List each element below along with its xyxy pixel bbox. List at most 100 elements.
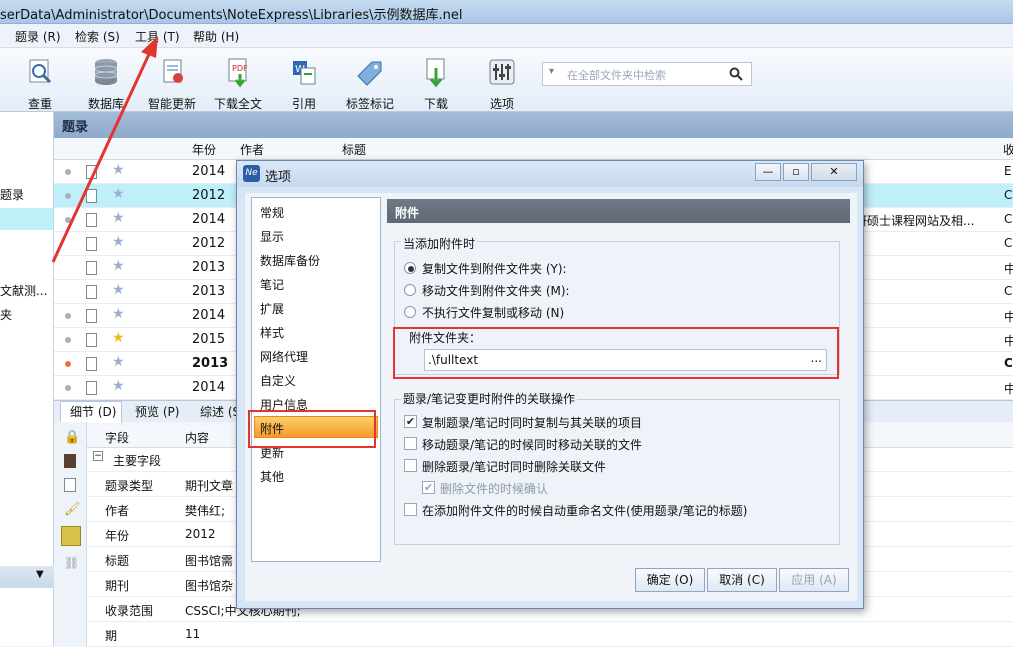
dialog-title: 选项 (265, 170, 292, 185)
tag-mark-button[interactable]: 标签标记 (341, 56, 399, 112)
radio-none-label[interactable]: 不执行文件复制或移动 (N) (422, 304, 564, 321)
menu-item-record[interactable]: 题录 (R) (15, 28, 61, 45)
ok-button[interactable]: 确定 (O) (635, 568, 705, 592)
nav-item-extensions[interactable]: 扩展 (260, 300, 284, 317)
collapse-icon[interactable]: − (93, 451, 103, 461)
radio-none[interactable] (404, 306, 416, 318)
nav-item-other[interactable]: 其他 (260, 468, 284, 485)
check-copy-linked[interactable]: ✔ (404, 415, 417, 428)
radio-move-label[interactable]: 移动文件到附件文件夹 (M): (422, 282, 570, 299)
highlight-attachments-nav (248, 410, 376, 448)
star-icon[interactable]: ★ (112, 378, 125, 394)
radio-copy-label[interactable]: 复制文件到附件文件夹 (Y): (422, 260, 567, 277)
star-icon[interactable]: ★ (112, 234, 125, 250)
folder-tree-selected[interactable] (0, 208, 53, 230)
maximize-button[interactable]: ▫ (783, 163, 809, 181)
doc-icon[interactable] (64, 478, 76, 492)
tab-detail[interactable]: 细节 (D) (70, 403, 116, 420)
column-title[interactable]: 标题 (342, 141, 366, 158)
field-key: 期刊 (105, 579, 130, 593)
dedupe-button[interactable]: 查重 (11, 56, 69, 112)
star-icon[interactable]: ★ (112, 162, 125, 178)
tab-preview[interactable]: 预览 (P) (135, 403, 179, 420)
panel-header: 附件 (387, 199, 850, 223)
detail-group-label: 主要字段 (113, 454, 162, 468)
check-delete-linked[interactable] (404, 459, 417, 472)
left-bottom-bar: ▼ (0, 566, 54, 588)
read-status-dot-icon (65, 217, 71, 223)
folder-item-records[interactable]: 题录 (0, 186, 24, 203)
check-auto-rename[interactable] (404, 503, 417, 516)
cancel-button[interactable]: 取消 (C) (707, 568, 777, 592)
menu-bar: 题录 (R) 检索 (S) 工具 (T) 帮助 (H) (0, 24, 1013, 48)
minimize-button[interactable]: — (755, 163, 781, 181)
database-button[interactable]: 数据库 (77, 56, 135, 112)
download-button[interactable]: 下载 (407, 56, 465, 112)
chevron-down-icon[interactable]: ▾ (549, 66, 554, 77)
menu-item-search[interactable]: 检索 (S) (75, 28, 120, 45)
star-icon[interactable]: ★ (112, 282, 125, 298)
nav-item-custom[interactable]: 自定义 (260, 372, 296, 389)
row-source: 中 (1004, 382, 1013, 396)
check-auto-rename-label[interactable]: 在添加附件文件的时候自动重命名文件(使用题录/笔记的标题) (422, 502, 747, 519)
row-year: 2012 (192, 236, 226, 251)
star-icon[interactable]: ★ (112, 186, 125, 202)
check-move-linked-label[interactable]: 移动题录/笔记的时候同时移动关联的文件 (422, 436, 642, 453)
link-icon[interactable]: ⛓ (64, 556, 79, 570)
highlight-folder-field (393, 327, 839, 379)
folder-item-test[interactable]: 文献测... (0, 282, 47, 299)
lock-icon[interactable]: 🔒 (64, 430, 80, 445)
folder-item-folder[interactable]: 夹 (0, 306, 12, 323)
pdf-download-icon: PDF (228, 58, 248, 88)
download-fulltext-button[interactable]: PDF 下载全文 (209, 56, 267, 112)
read-status-dot-icon (65, 193, 71, 199)
row-source: C (1004, 356, 1013, 370)
radio-move[interactable] (404, 284, 416, 296)
row-source: C (1004, 284, 1013, 298)
row-year: 2014 (192, 380, 226, 395)
read-status-dot-icon (65, 337, 71, 343)
star-icon[interactable]: ★ (112, 306, 125, 322)
nav-item-notes[interactable]: 笔记 (260, 276, 284, 293)
document-icon (86, 309, 97, 323)
grid-icon[interactable] (61, 526, 81, 546)
close-button[interactable]: ✕ (811, 163, 857, 181)
menu-item-tools[interactable]: 工具 (T) (135, 28, 180, 45)
check-copy-linked-label[interactable]: 复制题录/笔记时同时复制与其关联的项目 (422, 414, 642, 431)
radio-copy[interactable] (404, 262, 416, 274)
check-move-linked[interactable] (404, 437, 417, 450)
star-icon[interactable]: ★ (112, 258, 125, 274)
nav-item-backup[interactable]: 数据库备份 (260, 252, 320, 269)
apply-button[interactable]: 应用 (A) (779, 568, 849, 592)
detail-field-row[interactable]: 期 11 (87, 622, 1013, 647)
column-source[interactable]: 收 (1003, 141, 1013, 158)
book-icon[interactable] (64, 454, 76, 468)
row-year: 2013 (192, 356, 229, 371)
options-button[interactable]: 选项 (473, 56, 531, 112)
document-icon (86, 333, 97, 347)
cite-button[interactable]: W 引用 (275, 56, 333, 112)
nav-item-display[interactable]: 显示 (260, 228, 284, 245)
tab-summary[interactable]: 综述 (S (200, 403, 240, 420)
column-year[interactable]: 年份 (192, 141, 216, 158)
brush-icon[interactable]: 🖌 (64, 502, 81, 517)
nav-item-proxy[interactable]: 网络代理 (260, 348, 308, 365)
menu-item-help[interactable]: 帮助 (H) (193, 28, 239, 45)
search-icon[interactable] (729, 67, 743, 81)
field-key: 收录范围 (105, 604, 154, 618)
smart-update-button[interactable]: 智能更新 (143, 56, 201, 112)
column-author[interactable]: 作者 (240, 141, 264, 158)
star-icon[interactable]: ★ (112, 330, 125, 346)
tag-icon (357, 61, 382, 86)
check-delete-linked-label[interactable]: 删除题录/笔记时同时删除关联文件 (422, 458, 606, 475)
star-icon[interactable]: ★ (112, 210, 125, 226)
window-title: serData\Administrator\Documents\NoteExpr… (0, 8, 463, 23)
nav-item-styles[interactable]: 样式 (260, 324, 284, 341)
nav-item-general[interactable]: 常规 (260, 204, 284, 221)
chevron-down-icon[interactable]: ▼ (36, 569, 44, 580)
star-icon[interactable]: ★ (112, 354, 125, 370)
search-input[interactable]: ▾ 在全部文件夹中检索 (542, 62, 752, 86)
dialog-titlebar: Ne 选项 — ▫ ✕ (237, 161, 863, 187)
field-key: 题录类型 (105, 479, 154, 493)
check-confirm-delete-label: 删除文件的时候确认 (440, 482, 549, 496)
